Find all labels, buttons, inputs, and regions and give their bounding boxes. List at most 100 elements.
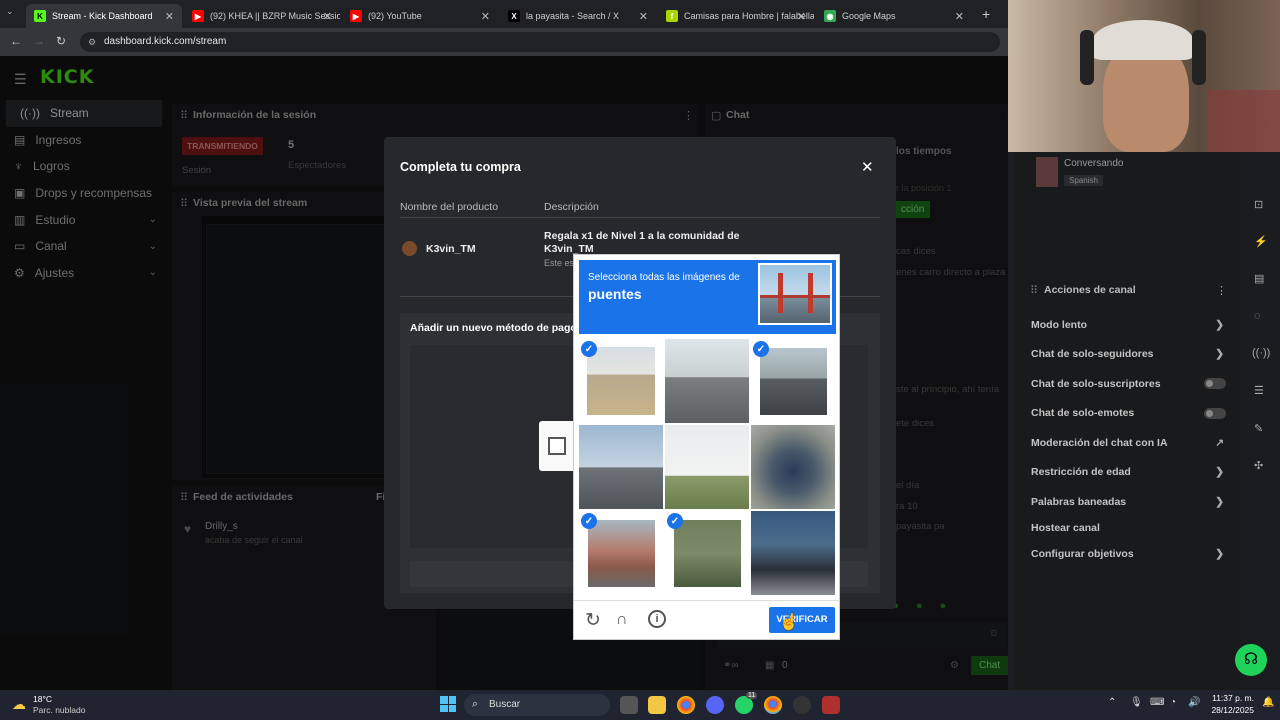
emotes-only-toggle[interactable]	[1204, 407, 1226, 419]
captcha-tile-5[interactable]	[665, 425, 749, 509]
headphones	[1192, 30, 1206, 85]
action-label: Chat de solo-emotes	[1031, 407, 1135, 420]
obs-icon[interactable]	[793, 696, 811, 714]
more-options-icon[interactable]: ⋮	[1216, 284, 1227, 297]
action-modo-lento[interactable]: Modo lento ❯	[1022, 310, 1240, 340]
action-hostear-canal[interactable]: Hostear canal	[1022, 517, 1240, 540]
captcha-tile-8[interactable]: ✓	[665, 511, 749, 595]
captcha-tile-4[interactable]	[579, 425, 663, 509]
webcam-overlay	[1008, 0, 1280, 152]
close-icon[interactable]: ✕	[861, 158, 874, 176]
tab-khea-bzrp[interactable]: ▶ (92) KHEA || BZRP Music Session ✕	[184, 4, 340, 28]
forward-icon[interactable]: →	[33, 34, 45, 48]
chat-icon[interactable]: ◌	[1254, 310, 1261, 322]
tab-falabella[interactable]: f Camisas para Hombre | falabella ✕	[658, 4, 814, 28]
close-tab-icon[interactable]: ✕	[323, 10, 332, 23]
chevron-right-icon: ❯	[1215, 318, 1224, 331]
task-view-icon[interactable]	[620, 696, 638, 714]
avatar	[402, 241, 417, 256]
action-solo-emotes: Chat de solo-emotes	[1022, 399, 1240, 429]
info-icon[interactable]: i	[648, 610, 666, 628]
new-tab-icon[interactable]: +	[982, 6, 990, 22]
tab-title: la payasita - Search / X	[526, 11, 620, 21]
captcha-instruction: Selecciona todas las imágenes de	[588, 272, 740, 283]
weather-desc: Parc. nublado	[33, 705, 86, 715]
bolt-icon[interactable]: ⚡	[1254, 235, 1268, 248]
site-info-icon[interactable]: ⚙	[88, 32, 96, 52]
wrench-icon[interactable]: ✎	[1254, 422, 1263, 435]
clipboard-icon[interactable]: ▤	[1254, 272, 1264, 285]
close-tab-icon[interactable]: ✕	[955, 10, 964, 23]
tray-chevron-icon[interactable]: ⌃	[1108, 697, 1116, 708]
action-solo-seguidores[interactable]: Chat de solo-seguidores ❯	[1022, 340, 1240, 370]
captcha-tile-9[interactable]	[751, 511, 835, 595]
tab-kick-dashboard[interactable]: K Stream - Kick Dashboard ✕	[26, 4, 182, 28]
recaptcha-checkbox[interactable]	[548, 437, 566, 455]
close-tab-icon[interactable]: ✕	[797, 10, 806, 23]
captcha-tile-6[interactable]	[751, 425, 835, 509]
close-tab-icon[interactable]: ✕	[481, 10, 490, 23]
notifications-icon[interactable]: 🔔	[1262, 697, 1274, 708]
description-column-header: Descripción	[544, 201, 599, 213]
url-field[interactable]: ⚙ dashboard.kick.com/stream	[80, 32, 1000, 52]
action-label: Moderación del chat con IA	[1031, 436, 1168, 449]
windows-start-icon[interactable]	[440, 696, 456, 712]
action-label: Configurar objetivos	[1031, 548, 1134, 561]
subscribers-only-toggle[interactable]	[1204, 378, 1226, 390]
action-configurar-objetivos[interactable]: Configurar objetivos ❯	[1022, 540, 1240, 570]
microphone-icon[interactable]: 🎙	[1130, 697, 1143, 708]
action-restriccion-edad[interactable]: Restricción de edad ❯	[1022, 458, 1240, 488]
clock-date[interactable]: 28/12/2025	[1202, 705, 1254, 715]
layers-icon[interactable]: ☰	[1254, 384, 1264, 397]
broadcast-icon[interactable]: ((·))	[1252, 347, 1270, 359]
keyboard-icon[interactable]: ⌨	[1150, 697, 1164, 708]
target-icon[interactable]: ⊡	[1254, 198, 1263, 211]
notification-badge: 11	[746, 692, 758, 699]
chrome-icon[interactable]	[677, 696, 695, 714]
selected-check-icon: ✓	[753, 341, 769, 357]
chevron-right-icon: ❯	[1215, 548, 1224, 561]
headphones-icon[interactable]: ∩	[616, 611, 628, 629]
back-icon[interactable]: ←	[10, 34, 22, 48]
browser-tab-bar: ⌄ K Stream - Kick Dashboard ✕ ▶ (92) KHE…	[0, 0, 1008, 28]
reload-icon[interactable]: ↻	[56, 34, 66, 48]
captcha-tile-1[interactable]: ✓	[579, 339, 663, 423]
tab-title: Stream - Kick Dashboard	[52, 11, 153, 21]
volume-icon[interactable]: 🔊	[1188, 697, 1200, 708]
captcha-keyword: puentes	[588, 286, 642, 302]
puzzle-icon[interactable]: ✣	[1254, 459, 1263, 472]
windows-taskbar: ☁ 18°C Parc. nublado ⌕ Buscar 11 ⌃ 🎙 ⌨ ◔…	[0, 690, 1280, 720]
tab-search-icon[interactable]: ⌄	[6, 6, 22, 22]
chrome-active-icon[interactable]	[764, 696, 782, 714]
channel-actions-panel: Conversando Spanish ⠿ Acciones de canal …	[1022, 152, 1240, 690]
action-moderacion-ia[interactable]: Moderación del chat con IA ↗	[1022, 428, 1240, 458]
captcha-header: Selecciona todas las imágenes de puentes	[579, 260, 836, 334]
file-explorer-icon[interactable]	[648, 696, 666, 714]
taskbar-search[interactable]: ⌕ Buscar	[464, 694, 610, 716]
action-palabras-baneadas[interactable]: Palabras baneadas ❯	[1022, 487, 1240, 517]
tab-title: (92) YouTube	[368, 11, 422, 21]
tab-title: (92) KHEA || BZRP Music Session	[210, 11, 340, 21]
clock-time[interactable]: 11:37 p. m.	[1202, 693, 1254, 703]
action-label: Palabras baneadas	[1031, 495, 1127, 508]
youtube-favicon-icon: ▶	[192, 10, 204, 22]
reload-icon[interactable]: ↻	[585, 609, 601, 632]
captcha-tile-3[interactable]: ✓	[751, 339, 835, 423]
tab-google-maps[interactable]: ◉ Google Maps ✕	[816, 4, 972, 28]
tab-x-search[interactable]: X la payasita - Search / X ✕	[500, 4, 656, 28]
close-tab-icon[interactable]: ✕	[165, 10, 174, 23]
close-tab-icon[interactable]: ✕	[639, 10, 648, 23]
app-icon[interactable]	[822, 696, 840, 714]
drag-handle-icon[interactable]: ⠿	[1030, 284, 1038, 297]
captcha-tile-2[interactable]	[665, 339, 749, 423]
mouse-cursor-icon: ☝	[779, 614, 799, 631]
captcha-tile-7[interactable]: ✓	[579, 511, 663, 595]
payment-title: Añadir un nuevo método de pago	[410, 322, 577, 334]
weather-icon[interactable]: ☁	[12, 696, 26, 713]
search-icon: ⌕	[472, 698, 479, 710]
action-solo-suscriptores: Chat de solo-suscriptores	[1022, 369, 1240, 399]
tab-youtube[interactable]: ▶ (92) YouTube ✕	[342, 4, 498, 28]
wifi-icon[interactable]: ◔	[1170, 697, 1176, 708]
support-chat-button[interactable]: ☊	[1235, 644, 1267, 676]
discord-icon[interactable]	[706, 696, 724, 714]
